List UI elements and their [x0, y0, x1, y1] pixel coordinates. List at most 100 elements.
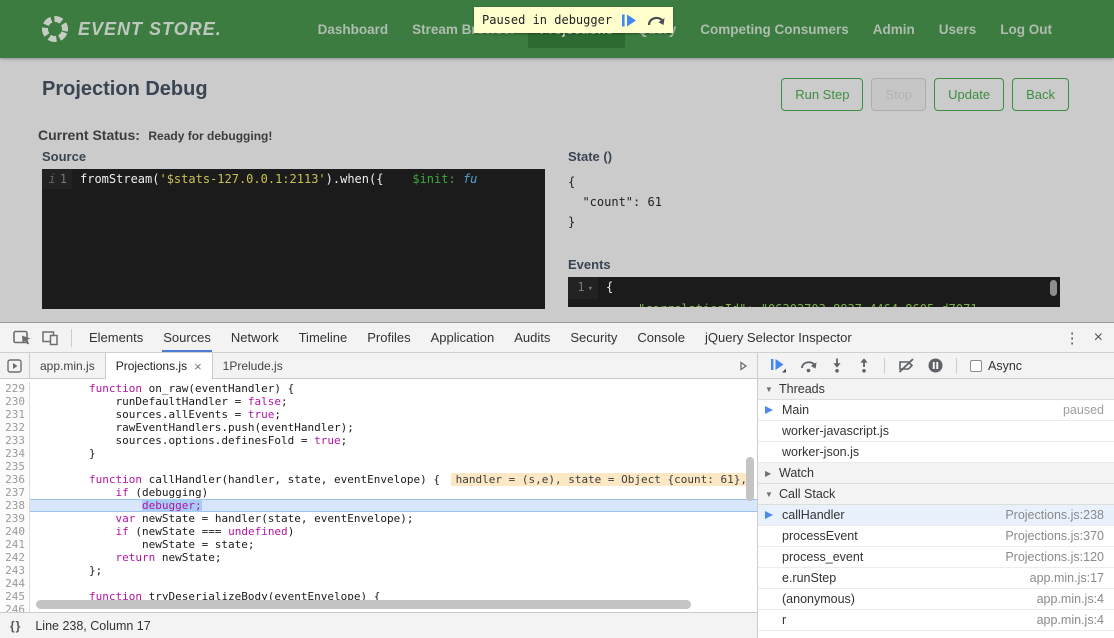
- current-frame-arrow-icon: [765, 511, 773, 519]
- code-content: runDefaultHandler = false;: [30, 395, 757, 408]
- source-gutter[interactable]: i1: [42, 169, 72, 189]
- tab-sources[interactable]: Sources: [153, 323, 221, 352]
- tab-jquery-selector-inspector[interactable]: jQuery Selector Inspector: [695, 323, 862, 352]
- source-code-viewer[interactable]: 229 function on_raw(eventHandler) {230 r…: [0, 379, 757, 612]
- tab-network[interactable]: Network: [221, 323, 289, 352]
- line-number[interactable]: 240: [0, 525, 30, 538]
- line-number[interactable]: 231: [0, 408, 30, 421]
- tab-elements[interactable]: Elements: [79, 323, 153, 352]
- current-status-value: Ready for debugging!: [148, 129, 272, 143]
- show-sidebar-icon[interactable]: [729, 353, 757, 378]
- code-token: undefined: [228, 525, 288, 538]
- collapse-arrow-icon[interactable]: ▾: [588, 284, 593, 294]
- vertical-scrollbar[interactable]: [746, 457, 754, 501]
- run-step-button[interactable]: Run Step: [781, 78, 863, 111]
- tab-console[interactable]: Console: [627, 323, 695, 352]
- nav-item-dashboard[interactable]: Dashboard: [306, 11, 401, 48]
- device-toolbar-icon[interactable]: [37, 330, 64, 346]
- nav-item-users[interactable]: Users: [927, 11, 989, 48]
- file-tab-projections-js[interactable]: Projections.js×: [105, 353, 213, 379]
- thread-row-worker-javascript-js[interactable]: worker-javascript.js: [758, 421, 1114, 442]
- source-code-editor[interactable]: i1 fromStream('$stats-127.0.0.1:2113').w…: [42, 169, 545, 309]
- update-button[interactable]: Update: [934, 78, 1004, 111]
- stack-frame-e-runstep[interactable]: e.runStepapp.min.js:17: [758, 568, 1114, 589]
- tab-profiles[interactable]: Profiles: [357, 323, 420, 352]
- thread-row-main[interactable]: Mainpaused: [758, 400, 1114, 421]
- nav-item-log-out[interactable]: Log Out: [988, 11, 1064, 48]
- line-number[interactable]: 239: [0, 512, 30, 525]
- show-navigator-icon[interactable]: [0, 353, 30, 378]
- code-token: [36, 382, 89, 395]
- code-content: sources.options.definesFold = true;: [30, 434, 757, 447]
- line-number[interactable]: 230: [0, 395, 30, 408]
- stack-frame-callhandler[interactable]: callHandlerProjections.js:238: [758, 505, 1114, 526]
- thread-row-worker-json-js[interactable]: worker-json.js: [758, 442, 1114, 463]
- inspect-element-icon[interactable]: [8, 330, 37, 346]
- pretty-print-icon[interactable]: {}: [10, 619, 21, 633]
- code-token: ).when({: [326, 172, 384, 186]
- tab-audits[interactable]: Audits: [504, 323, 560, 352]
- tab-security[interactable]: Security: [560, 323, 627, 352]
- devtools-close-icon[interactable]: ×: [1090, 329, 1114, 347]
- code-token: debugger;: [142, 499, 202, 512]
- line-number[interactable]: 236: [0, 473, 30, 486]
- line-number[interactable]: 244: [0, 577, 30, 590]
- call-stack-list: callHandlerProjections.js:238processEven…: [758, 505, 1114, 638]
- line-number[interactable]: 234: [0, 447, 30, 460]
- stack-frame-anonymous[interactable]: (anonymous)app.min.js:4: [758, 589, 1114, 610]
- code-content: rawEventHandlers.push(eventHandler);: [30, 421, 757, 434]
- threads-section-header[interactable]: ▼ Threads: [758, 379, 1114, 400]
- tab-timeline[interactable]: Timeline: [289, 323, 358, 352]
- line-number[interactable]: 243: [0, 564, 30, 577]
- nav-item-admin[interactable]: Admin: [861, 11, 927, 48]
- file-tab-label: app.min.js: [40, 359, 95, 373]
- nav-item-competing-consumers[interactable]: Competing Consumers: [688, 11, 861, 48]
- events-label: Events: [568, 257, 1060, 272]
- code-token: sources.options.definesFold =: [36, 434, 314, 447]
- stack-frame-process-event[interactable]: process_eventProjections.js:120: [758, 547, 1114, 568]
- line-number[interactable]: 235: [0, 460, 30, 473]
- line-number[interactable]: 237: [0, 486, 30, 499]
- resume-script-icon[interactable]: [622, 14, 637, 27]
- file-tab-1prelude-js[interactable]: 1Prelude.js: [213, 353, 293, 378]
- line-number[interactable]: 229: [0, 382, 30, 395]
- horizontal-scrollbar[interactable]: [36, 600, 691, 609]
- code-line: 241 newState = state;: [0, 538, 757, 551]
- line-number[interactable]: 246: [0, 603, 30, 612]
- events-editor[interactable]: 1▾ { "correlationId": "06303703-8837-446…: [568, 277, 1060, 307]
- watch-section-header[interactable]: ▶ Watch: [758, 463, 1114, 484]
- back-button[interactable]: Back: [1012, 78, 1069, 111]
- current-status-label: Current Status:: [38, 127, 140, 143]
- line-number[interactable]: 242: [0, 551, 30, 564]
- line-number[interactable]: 238: [0, 499, 30, 512]
- stack-frame-r[interactable]: rapp.min.js:4: [758, 610, 1114, 631]
- events-scrollbar[interactable]: [1050, 280, 1057, 296]
- step-over-icon[interactable]: [800, 359, 817, 373]
- line-number[interactable]: 245: [0, 590, 30, 603]
- step-into-icon[interactable]: [830, 358, 844, 373]
- main-nav: DashboardStream BrowserProjectionsQueryC…: [306, 0, 1064, 58]
- code-content: return newState;: [30, 551, 757, 564]
- tab-application[interactable]: Application: [421, 323, 505, 352]
- event-store-logo[interactable]: EVENT STORE.: [40, 14, 222, 44]
- file-tab-app-min-js[interactable]: app.min.js: [30, 353, 105, 378]
- call-stack-section-header[interactable]: ▼ Call Stack: [758, 484, 1114, 505]
- deactivate-breakpoints-icon[interactable]: [898, 358, 915, 373]
- step-over-icon[interactable]: [647, 14, 665, 27]
- line-number[interactable]: 232: [0, 421, 30, 434]
- close-tab-icon[interactable]: ×: [194, 359, 202, 374]
- line-number[interactable]: 241: [0, 538, 30, 551]
- stop-button[interactable]: Stop: [871, 78, 926, 111]
- devtools-menu-icon[interactable]: ⋮: [1054, 329, 1090, 347]
- line-number[interactable]: 233: [0, 434, 30, 447]
- events-gutter[interactable]: 1▾: [568, 277, 598, 299]
- stack-frame-item[interactable]: [758, 631, 1114, 638]
- code-token: '$stats-127.0.0.1:2113': [159, 172, 325, 186]
- stack-frame-processevent[interactable]: processEventProjections.js:370: [758, 526, 1114, 547]
- step-out-icon[interactable]: [857, 358, 871, 373]
- pause-on-exceptions-icon[interactable]: [928, 358, 943, 373]
- resume-script-icon[interactable]: [770, 358, 787, 373]
- code-token: ;: [274, 408, 281, 421]
- code-content: function on_raw(eventHandler) {: [30, 382, 757, 395]
- async-checkbox[interactable]: [970, 360, 982, 372]
